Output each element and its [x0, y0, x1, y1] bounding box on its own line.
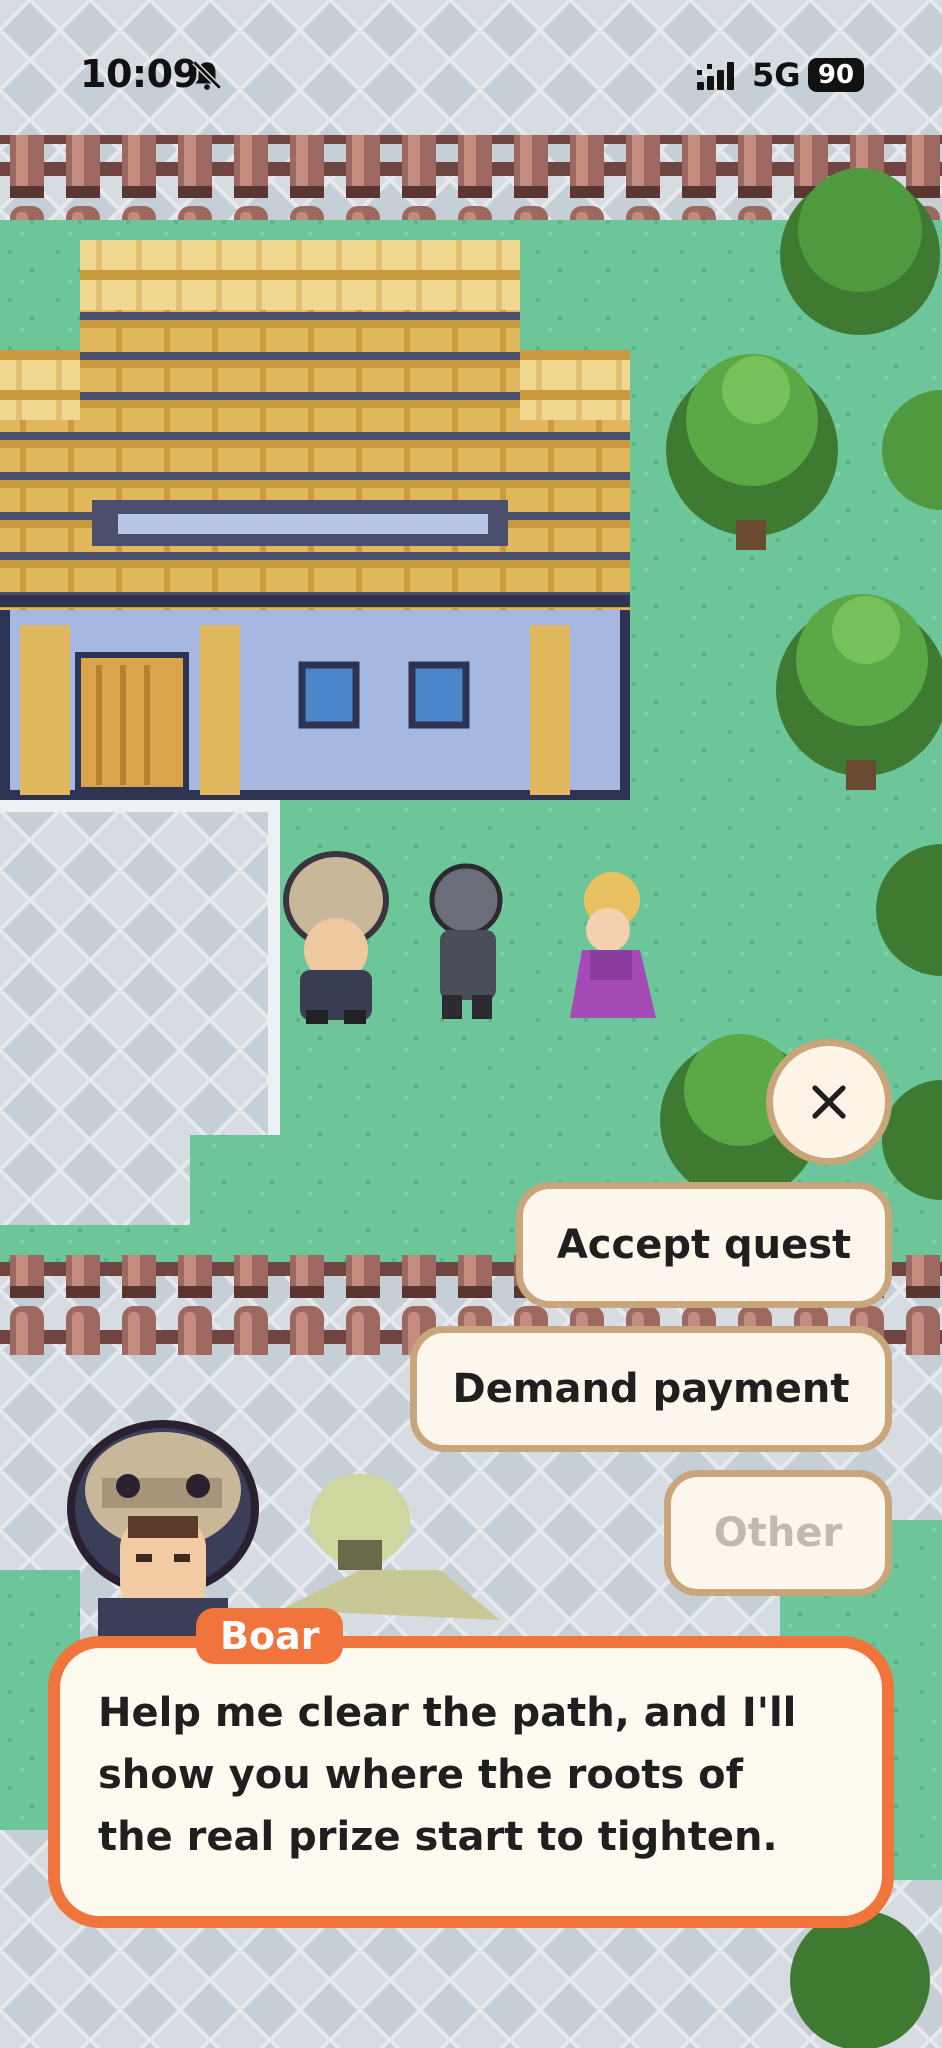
speaker-name: Boar	[196, 1608, 344, 1664]
network-type: 5G	[752, 56, 801, 94]
battery-level: 90	[808, 58, 864, 92]
dialog-text: Help me clear the path, and I'll show yo…	[98, 1690, 797, 1860]
bell-slash-icon	[192, 60, 222, 90]
npc-knight-sprite	[429, 863, 503, 1019]
demand-payment-button[interactable]: Demand payment	[410, 1326, 892, 1452]
status-bar: 10:09 5G 90	[0, 0, 942, 150]
close-button[interactable]	[766, 1039, 892, 1165]
close-icon	[812, 1085, 846, 1119]
cellular-signal-icon	[697, 62, 734, 90]
other-option-button[interactable]: Other	[664, 1470, 892, 1596]
accept-quest-button[interactable]: Accept quest	[516, 1182, 892, 1308]
clock: 10:09	[80, 52, 199, 96]
